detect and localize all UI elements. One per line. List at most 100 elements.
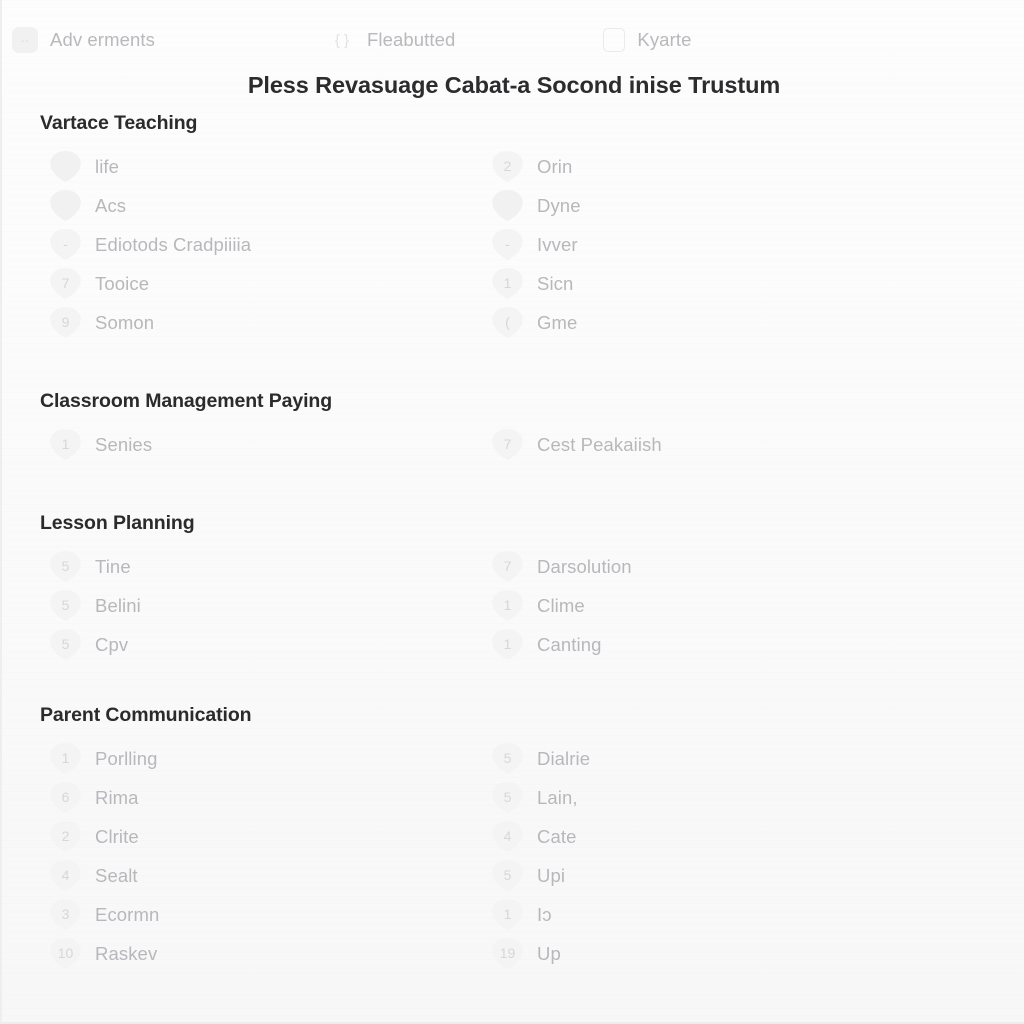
list-item[interactable]: life <box>50 147 472 186</box>
count-badge-icon <box>50 190 81 221</box>
count-badge-icon: 5 <box>492 860 523 891</box>
list-item-label: Porlling <box>95 747 158 769</box>
count-badge-value: 19 <box>499 944 516 961</box>
section-heading: Vartace Teaching <box>40 112 198 134</box>
list-item[interactable]: 5 Upi <box>492 856 942 895</box>
list-item[interactable]: 9 Somon <box>50 303 472 342</box>
list-item[interactable]: Dyne <box>492 186 942 225</box>
count-badge-value: 5 <box>503 788 512 805</box>
list-item[interactable]: 7 Darsolution <box>492 547 942 586</box>
list-item[interactable]: 1 Iɔ <box>492 895 942 934</box>
list-item[interactable]: - Ediotods Cradpiiiia <box>50 225 472 264</box>
list-item[interactable]: (Gme <box>492 303 942 342</box>
list-item[interactable]: 1 Canting <box>492 625 942 664</box>
list-item[interactable]: 1 Porlling <box>50 739 472 778</box>
count-badge-icon: 1 <box>492 590 523 621</box>
list-item[interactable]: 7 Cest Peakaiish <box>492 425 942 464</box>
list-item-label: Darsolution <box>537 555 632 577</box>
count-badge-icon: 5 <box>50 629 81 660</box>
count-badge-icon: 6 <box>50 782 81 813</box>
count-badge-value: 1 <box>61 749 70 766</box>
count-badge-icon <box>492 190 523 221</box>
section: Lesson Planning 5 Tine 5 Belini 5 Cpv 7 Darsolut… <box>2 512 1024 664</box>
page-root: ·· Adv erments { } Fleabutted Kyarte Pless R… <box>0 0 1024 1024</box>
list-item[interactable]: - Ivver <box>492 225 942 264</box>
column-left: 5 Tine 5 Belini 5 Cpv <box>2 547 472 664</box>
count-badge-value: 2 <box>61 827 70 844</box>
count-badge-icon: 7 <box>492 551 523 582</box>
section: Vartace Teaching life Acs - Ediotods Cradpii… <box>2 112 1024 342</box>
section: Classroom Management Paying 1 Senies 7 Cest … <box>2 390 1024 464</box>
list-item[interactable]: 1 Senies <box>50 425 472 464</box>
list-item-label: Cate <box>537 825 577 847</box>
list-item-label: Sealt <box>95 864 138 886</box>
count-badge-icon: 5 <box>50 551 81 582</box>
list-item[interactable]: 1 Sicn <box>492 264 942 303</box>
list-item-label: Raskev <box>95 942 158 964</box>
list-item-label: Somon <box>95 311 155 333</box>
count-badge-value: 1 <box>61 435 70 452</box>
list-item[interactable]: 1 Clime <box>492 586 942 625</box>
list-item[interactable]: 19 Up <box>492 934 942 973</box>
list-item[interactable]: 4 Cate <box>492 817 942 856</box>
sections-container: Vartace Teaching life Acs - Ediotods Cradpii… <box>2 112 1024 973</box>
count-badge-value: 4 <box>61 866 70 883</box>
list-item-label: Canting <box>537 633 602 655</box>
column-left: life Acs - Ediotods Cradpiiiia 7 Tooice 9 Somon <box>2 147 472 342</box>
list-item-label: Lain, <box>537 786 578 808</box>
list-item[interactable]: 7 Tooice <box>50 264 472 303</box>
list-item-label: Clrite <box>95 825 139 847</box>
list-item-label: Up <box>537 942 561 964</box>
count-badge-icon: 5 <box>492 743 523 774</box>
count-badge-value: 7 <box>61 274 70 291</box>
count-badge-icon: 10 <box>50 938 81 969</box>
list-item[interactable]: 5 Dialrie <box>492 739 942 778</box>
list-item-label: Belini <box>95 594 141 616</box>
top-chip-label: Fleabutted <box>366 29 456 50</box>
count-badge-icon: ( <box>492 307 523 338</box>
count-badge-icon: 1 <box>50 743 81 774</box>
section-heading: Lesson Planning <box>40 512 195 534</box>
count-badge-icon: 4 <box>50 860 81 891</box>
list-item[interactable]: 10 Raskev <box>50 934 472 973</box>
column-right: 7 Cest Peakaiish <box>472 425 942 464</box>
count-badge-value: - <box>63 235 68 252</box>
top-chip-bar: ·· Adv erments { } Fleabutted Kyarte <box>2 22 1024 58</box>
list-item-label: Ivver <box>537 233 578 255</box>
list-item[interactable]: Acs <box>50 186 472 225</box>
count-badge-value: - <box>505 235 510 252</box>
count-badge-value: 1 <box>503 596 512 613</box>
section-columns: 5 Tine 5 Belini 5 Cpv 7 Darsolution 1 Clime 1 Canti… <box>2 547 1024 664</box>
count-badge-value: 4 <box>503 827 512 844</box>
count-badge-icon: 1 <box>50 429 81 460</box>
count-badge-value: 5 <box>61 596 70 613</box>
count-badge-icon: 4 <box>492 821 523 852</box>
count-badge-value: 1 <box>503 905 512 922</box>
list-item[interactable]: 5 Belini <box>50 586 472 625</box>
count-badge-value: 6 <box>61 788 70 805</box>
list-item[interactable]: 5 Lain, <box>492 778 942 817</box>
list-item[interactable]: 2 Orin <box>492 147 942 186</box>
braces-icon: { } <box>334 31 350 49</box>
list-item[interactable]: 2 Clrite <box>50 817 472 856</box>
list-item[interactable]: 6 Rima <box>50 778 472 817</box>
list-item[interactable]: 5 Tine <box>50 547 472 586</box>
count-badge-icon: 1 <box>492 899 523 930</box>
list-item[interactable]: 4 Sealt <box>50 856 472 895</box>
section: Parent Communication 1 Porlling 6 Rima 2 Clrit… <box>2 704 1024 973</box>
top-chip-fleabutted[interactable]: { } Fleabutted <box>329 23 455 57</box>
list-item[interactable]: 5 Cpv <box>50 625 472 664</box>
list-item-label: Clime <box>537 594 585 616</box>
top-chip-adv-erments[interactable]: ·· Adv erments <box>12 23 155 57</box>
list-item-label: Ediotods Cradpiiiia <box>95 233 252 255</box>
list-item[interactable]: 3 Ecormn <box>50 895 472 934</box>
top-chip-kyarte[interactable]: Kyarte <box>603 23 691 57</box>
count-badge-value: 5 <box>61 557 70 574</box>
list-item-label: Tine <box>95 555 131 577</box>
count-badge-value: 10 <box>57 944 74 961</box>
list-item-label: Cest Peakaiish <box>537 433 662 455</box>
count-badge-icon: 1 <box>492 268 523 299</box>
